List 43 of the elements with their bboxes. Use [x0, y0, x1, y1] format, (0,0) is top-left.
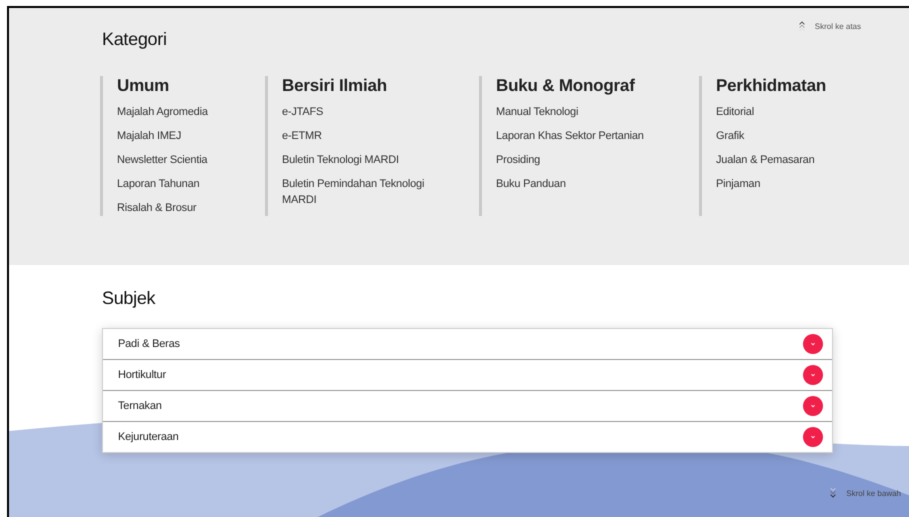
category-link[interactable]: e-ETMR: [282, 128, 322, 144]
category-link[interactable]: Buletin Teknologi MARDI: [282, 152, 399, 168]
category-link[interactable]: Editorial: [716, 104, 754, 120]
category-link[interactable]: Prosiding: [496, 152, 540, 168]
column-heading: Buku & Monograf: [496, 76, 635, 96]
scroll-down-link[interactable]: Skrol ke bawah: [829, 487, 901, 499]
category-link[interactable]: Laporan Tahunan: [117, 176, 200, 192]
category-link[interactable]: Manual Teknologi: [496, 104, 578, 120]
category-link[interactable]: Buletin Pemindahan Teknologi MARDI: [282, 176, 440, 208]
category-link[interactable]: Jualan & Pemasaran: [716, 152, 815, 168]
chevron-down-icon: [809, 371, 817, 379]
section-title: Kategori: [102, 28, 168, 50]
chevron-down-icon: [829, 487, 838, 499]
accordion-row[interactable]: Padi & Beras: [103, 329, 832, 359]
chevron-up-icon: [798, 20, 806, 32]
expand-button[interactable]: [803, 396, 823, 416]
accordion-label: Hortikultur: [118, 369, 166, 381]
chevron-down-icon: [809, 433, 817, 441]
accordion-label: Kejuruteraan: [118, 431, 179, 443]
accordion-label: Padi & Beras: [118, 338, 180, 350]
column-heading: Perkhidmatan: [716, 76, 826, 96]
section-title: Subjek: [102, 287, 156, 309]
category-link[interactable]: e-JTAFS: [282, 104, 324, 120]
column-heading: Bersiri Ilmiah: [282, 76, 387, 96]
accordion-row[interactable]: Hortikultur: [103, 359, 832, 390]
category-link[interactable]: Majalah Agromedia: [117, 104, 208, 120]
category-link[interactable]: Buku Panduan: [496, 176, 566, 192]
accordion-label: Ternakan: [118, 400, 162, 412]
accordion-row[interactable]: Kejuruteraan: [103, 421, 832, 452]
expand-button[interactable]: [803, 427, 823, 447]
category-link[interactable]: Newsletter Scientia: [117, 152, 208, 168]
chevron-down-icon: [809, 340, 817, 348]
expand-button[interactable]: [803, 365, 823, 385]
chevron-down-icon: [809, 402, 817, 410]
column-heading: Umum: [117, 76, 170, 96]
category-link[interactable]: Pinjaman: [716, 176, 760, 192]
category-link[interactable]: Grafik: [716, 128, 744, 144]
category-link[interactable]: Risalah & Brosur: [117, 200, 196, 216]
accordion-row[interactable]: Ternakan: [103, 390, 832, 421]
category-link[interactable]: Laporan Khas Sektor Pertanian: [496, 128, 644, 144]
scroll-up-link[interactable]: Skrol ke atas: [798, 20, 861, 32]
expand-button[interactable]: [803, 334, 823, 354]
category-link[interactable]: Majalah IMEJ: [117, 128, 182, 144]
